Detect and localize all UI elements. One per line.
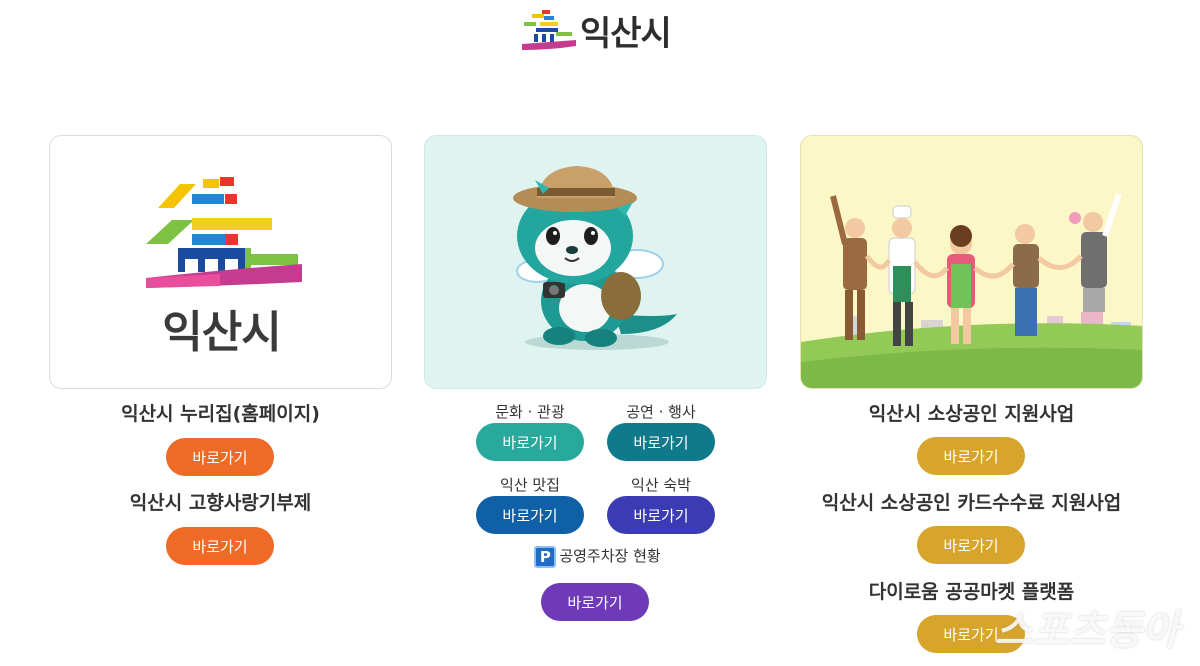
parking-status-label: 공영주차장 현황 xyxy=(559,547,661,565)
card-logo-text: 익산시 xyxy=(162,307,281,358)
homepage-go-button[interactable]: 바로가기 xyxy=(166,438,274,476)
parking-status-row: P 공영주차장 현황 xyxy=(510,545,685,568)
hometown-donation-title: 익산시 고향사랑기부제 xyxy=(129,492,312,514)
performance-event-go-button[interactable]: 바로가기 xyxy=(607,423,715,461)
homepage-title: 익산시 누리집(홈페이지) xyxy=(121,403,320,425)
iksan-restaurant-go-button[interactable]: 바로가기 xyxy=(476,496,584,534)
iksan-lodging-go-button[interactable]: 바로가기 xyxy=(607,496,715,534)
culture-tourism-label: 문화 · 관광 xyxy=(495,403,565,421)
header-logo-text: 익산시 xyxy=(580,13,672,54)
small-business-support-title: 익산시 소상공인 지원사업 xyxy=(868,403,1075,425)
small-business-card-image[interactable] xyxy=(800,135,1143,389)
public-market-title: 다이로움 공공마켓 플랫폼 xyxy=(868,581,1075,603)
public-market-go-button[interactable]: 바로가기 xyxy=(917,615,1025,653)
homepage-card-image[interactable]: 익산시 xyxy=(49,135,392,389)
mascot-dragon-illustration-icon xyxy=(513,166,677,350)
iksan-logo-icon xyxy=(522,10,576,50)
card-fee-support-title: 익산시 소상공인 카드수수료 지원사업 xyxy=(821,492,1122,514)
culture-tourism-go-button[interactable]: 바로가기 xyxy=(476,423,584,461)
header-logo[interactable]: 익산시 xyxy=(520,6,680,54)
parking-status-go-button[interactable]: 바로가기 xyxy=(541,583,649,621)
parking-icon: P xyxy=(534,545,557,568)
tourism-card-image[interactable] xyxy=(424,135,767,389)
iksan-restaurant-label: 익산 맛집 xyxy=(500,476,560,494)
hometown-donation-go-button[interactable]: 바로가기 xyxy=(166,527,274,565)
performance-event-label: 공연 · 행사 xyxy=(626,403,696,421)
card-fee-support-go-button[interactable]: 바로가기 xyxy=(917,526,1025,564)
iksan-lodging-label: 익산 숙박 xyxy=(631,476,691,494)
small-business-support-go-button[interactable]: 바로가기 xyxy=(917,437,1025,475)
small-business-people-illustration-icon xyxy=(801,193,1142,388)
